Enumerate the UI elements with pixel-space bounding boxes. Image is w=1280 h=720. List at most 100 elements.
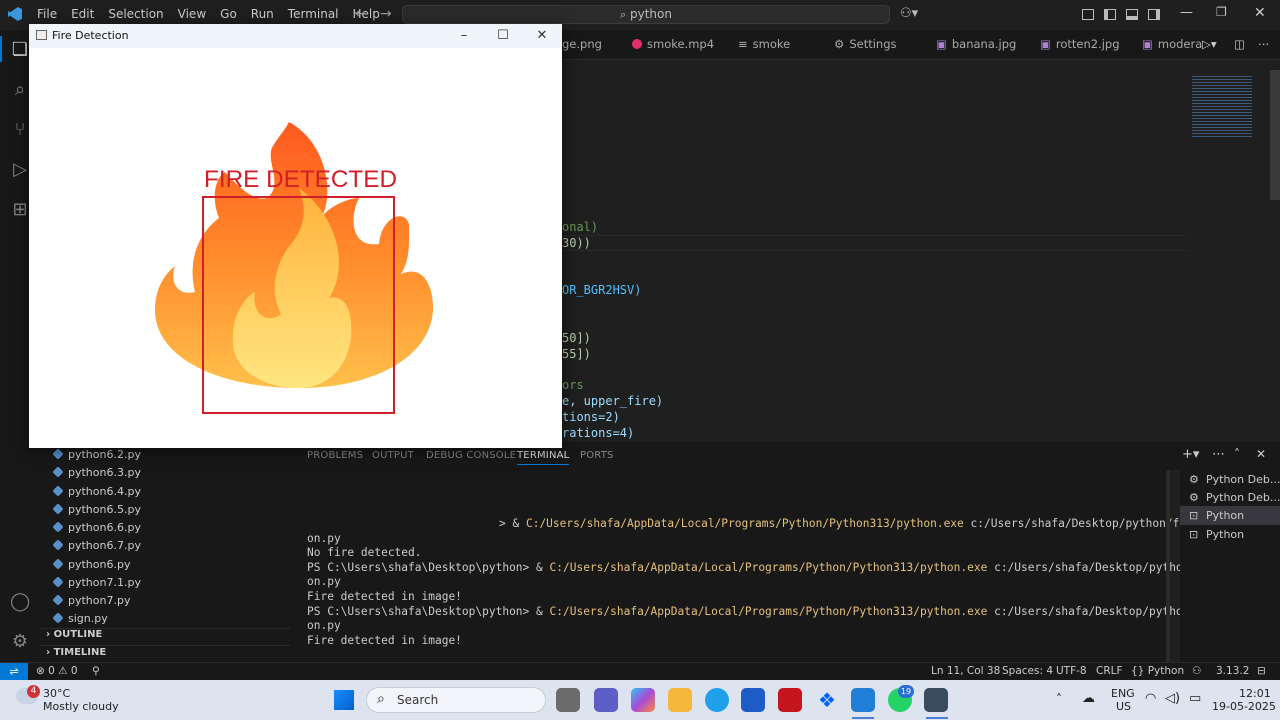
terminal-item[interactable]: ⊡ Python (1180, 525, 1280, 544)
terminal-output[interactable]: > & C:/Users/shafa/AppData/Local/Program… (290, 470, 1270, 662)
file-item[interactable]: python6.py (68, 558, 130, 571)
notifications-icon[interactable]: ⊟ (1257, 665, 1266, 677)
timeline-section[interactable]: › TIMELINE (46, 647, 106, 658)
toggle-primary-sidebar-icon[interactable] (1082, 9, 1094, 20)
volume-icon[interactable]: ◁) (1165, 691, 1180, 706)
windows-start-icon[interactable] (334, 690, 354, 710)
onedrive-icon[interactable]: ☁ (1082, 691, 1095, 706)
account-icon[interactable]: ◯ (10, 592, 30, 612)
menu-file[interactable]: File (30, 7, 64, 21)
file-explorer-icon[interactable] (668, 688, 692, 712)
tray-chevron-icon[interactable]: ˄ (1056, 692, 1062, 706)
tab-smoke[interactable]: ≡ smoke (738, 30, 790, 60)
maximize-icon[interactable]: ❐ (1216, 5, 1227, 19)
file-item[interactable]: python6.7.py (68, 539, 141, 552)
tab-settings[interactable]: ⚙ Settings (834, 30, 896, 60)
ports-icon[interactable]: ⚲ (92, 665, 100, 677)
microsoft-store-icon[interactable] (741, 688, 765, 712)
tab-banana-jpg[interactable]: ▣ banana.jpg (936, 30, 1016, 60)
battery-icon[interactable]: ▭ (1189, 691, 1201, 706)
region-indicator[interactable]: US (1116, 700, 1131, 713)
close-panel-icon[interactable]: ✕ (1256, 447, 1266, 461)
terminal-item-active[interactable]: ⊡ Python (1180, 506, 1280, 525)
dropbox-icon[interactable]: ❖ (815, 688, 839, 712)
teams-icon[interactable] (594, 688, 618, 712)
task-view-icon[interactable] (556, 688, 580, 712)
terminal-scrollbar[interactable] (1166, 470, 1170, 662)
menu-view[interactable]: View (171, 7, 213, 21)
mcafee-icon[interactable] (778, 688, 802, 712)
tab-output[interactable]: OUTPUT (372, 450, 414, 461)
python-app-icon[interactable] (924, 688, 948, 712)
split-editor-icon[interactable]: ◫ (1234, 30, 1245, 60)
vertical-scrollbar[interactable] (1270, 70, 1280, 200)
language-mode[interactable]: {} Python (1131, 665, 1184, 677)
wifi-icon[interactable]: ◠ (1145, 691, 1156, 706)
copilot-app-icon[interactable] (631, 688, 655, 712)
tab-smoke-mp4[interactable]: smoke.mp4 (632, 30, 714, 60)
close-icon[interactable]: ✕ (1254, 5, 1266, 21)
toggle-sidebar-icon[interactable] (1104, 9, 1116, 20)
forward-arrow-icon[interactable]: → (380, 6, 392, 22)
edge-browser-icon[interactable] (705, 688, 729, 712)
run-icon[interactable]: ▷▾ (1202, 30, 1217, 60)
menu-run[interactable]: Run (244, 7, 281, 21)
cursor-position[interactable]: Ln 11, Col 38 (931, 665, 1000, 677)
window-maximize-icon[interactable]: ☐ (488, 27, 518, 45)
extensions-icon[interactable]: ⊞ (10, 200, 30, 220)
tab-debug-console[interactable]: DEBUG CONSOLE (426, 450, 516, 461)
run-debug-icon[interactable]: ▷ (10, 160, 30, 180)
toggle-panel-icon[interactable] (1126, 9, 1138, 20)
maximize-panel-icon[interactable]: ˄ (1234, 447, 1240, 461)
menu-go[interactable]: Go (213, 7, 244, 21)
minimap[interactable] (1192, 74, 1252, 138)
weather-description[interactable]: Mostly cloudy (43, 700, 119, 713)
gear-icon[interactable]: ⚙ (10, 632, 30, 652)
file-item[interactable]: python6.6.py (68, 521, 141, 534)
new-terminal-icon[interactable]: +▾ (1182, 447, 1199, 462)
encoding[interactable]: UTF-8 (1056, 665, 1087, 677)
file-item[interactable]: python6.2.py (68, 448, 141, 461)
file-item[interactable]: python7.py (68, 594, 130, 607)
python-version[interactable]: 3.13.2 (1216, 665, 1249, 677)
file-item[interactable]: sign.py (68, 612, 108, 625)
menu-selection[interactable]: Selection (101, 7, 170, 21)
vscode-taskbar-icon[interactable] (851, 688, 875, 712)
tab-image-png[interactable]: ge.png (562, 30, 602, 60)
terminal-item[interactable]: ⚙ Python Deb... (1180, 488, 1280, 507)
more-actions-icon[interactable]: ⋯ (1258, 30, 1270, 60)
file-item[interactable]: python7.1.py (68, 576, 141, 589)
indentation[interactable]: Spaces: 4 (1002, 665, 1053, 677)
menu-terminal[interactable]: Terminal (281, 7, 346, 21)
source-control-icon[interactable]: ⑂ (10, 120, 30, 140)
terminal-item[interactable]: ⚙ Python Deb... (1180, 470, 1280, 489)
tab-terminal[interactable]: TERMINAL (517, 450, 570, 465)
more-icon[interactable]: ⋯ (1212, 447, 1225, 462)
copilot-icon[interactable]: ⚇▾ (900, 6, 918, 21)
explorer-icon[interactable]: ❏ (10, 40, 30, 60)
taskbar-search-box[interactable]: ⌕ Search (366, 687, 546, 713)
command-search-box[interactable]: ⌕ python (402, 5, 890, 24)
outline-section[interactable]: › OUTLINE (46, 629, 102, 640)
tab-ports[interactable]: PORTS (580, 450, 614, 461)
toggle-secondary-sidebar-icon[interactable] (1148, 9, 1160, 20)
window-minimize-icon[interactable]: – (449, 27, 479, 45)
language-indicator[interactable]: ENG (1111, 687, 1135, 700)
tab-moderate[interactable]: ▣ modera (1142, 30, 1202, 60)
weather-temperature[interactable]: 30°C (43, 687, 70, 700)
line-ending[interactable]: CRLF (1096, 665, 1123, 677)
file-item[interactable]: python6.3.py (68, 466, 141, 479)
copilot-status-icon[interactable]: ⚇ (1192, 665, 1201, 677)
window-close-icon[interactable]: ✕ (527, 27, 557, 45)
remote-icon[interactable]: ⇌ (0, 663, 28, 681)
clock-time[interactable]: 12:01 (1239, 687, 1271, 700)
problems-status[interactable]: ⊗ 0 ⚠ 0 (36, 665, 78, 677)
window-title-bar[interactable]: Fire Detection – ☐ ✕ (29, 24, 562, 48)
tab-problems[interactable]: PROBLEMS (307, 450, 363, 461)
file-item[interactable]: python6.4.py (68, 485, 141, 498)
back-arrow-icon[interactable]: ← (355, 6, 367, 22)
search-icon[interactable]: ⌕ (10, 80, 30, 100)
editor-area[interactable]: onal) 30)) OR_BGR2HSV) 50]) 55]) ors e, … (562, 60, 1280, 442)
clock-date[interactable]: 19-05-2025 (1212, 700, 1276, 713)
minimize-icon[interactable]: — (1180, 5, 1193, 20)
